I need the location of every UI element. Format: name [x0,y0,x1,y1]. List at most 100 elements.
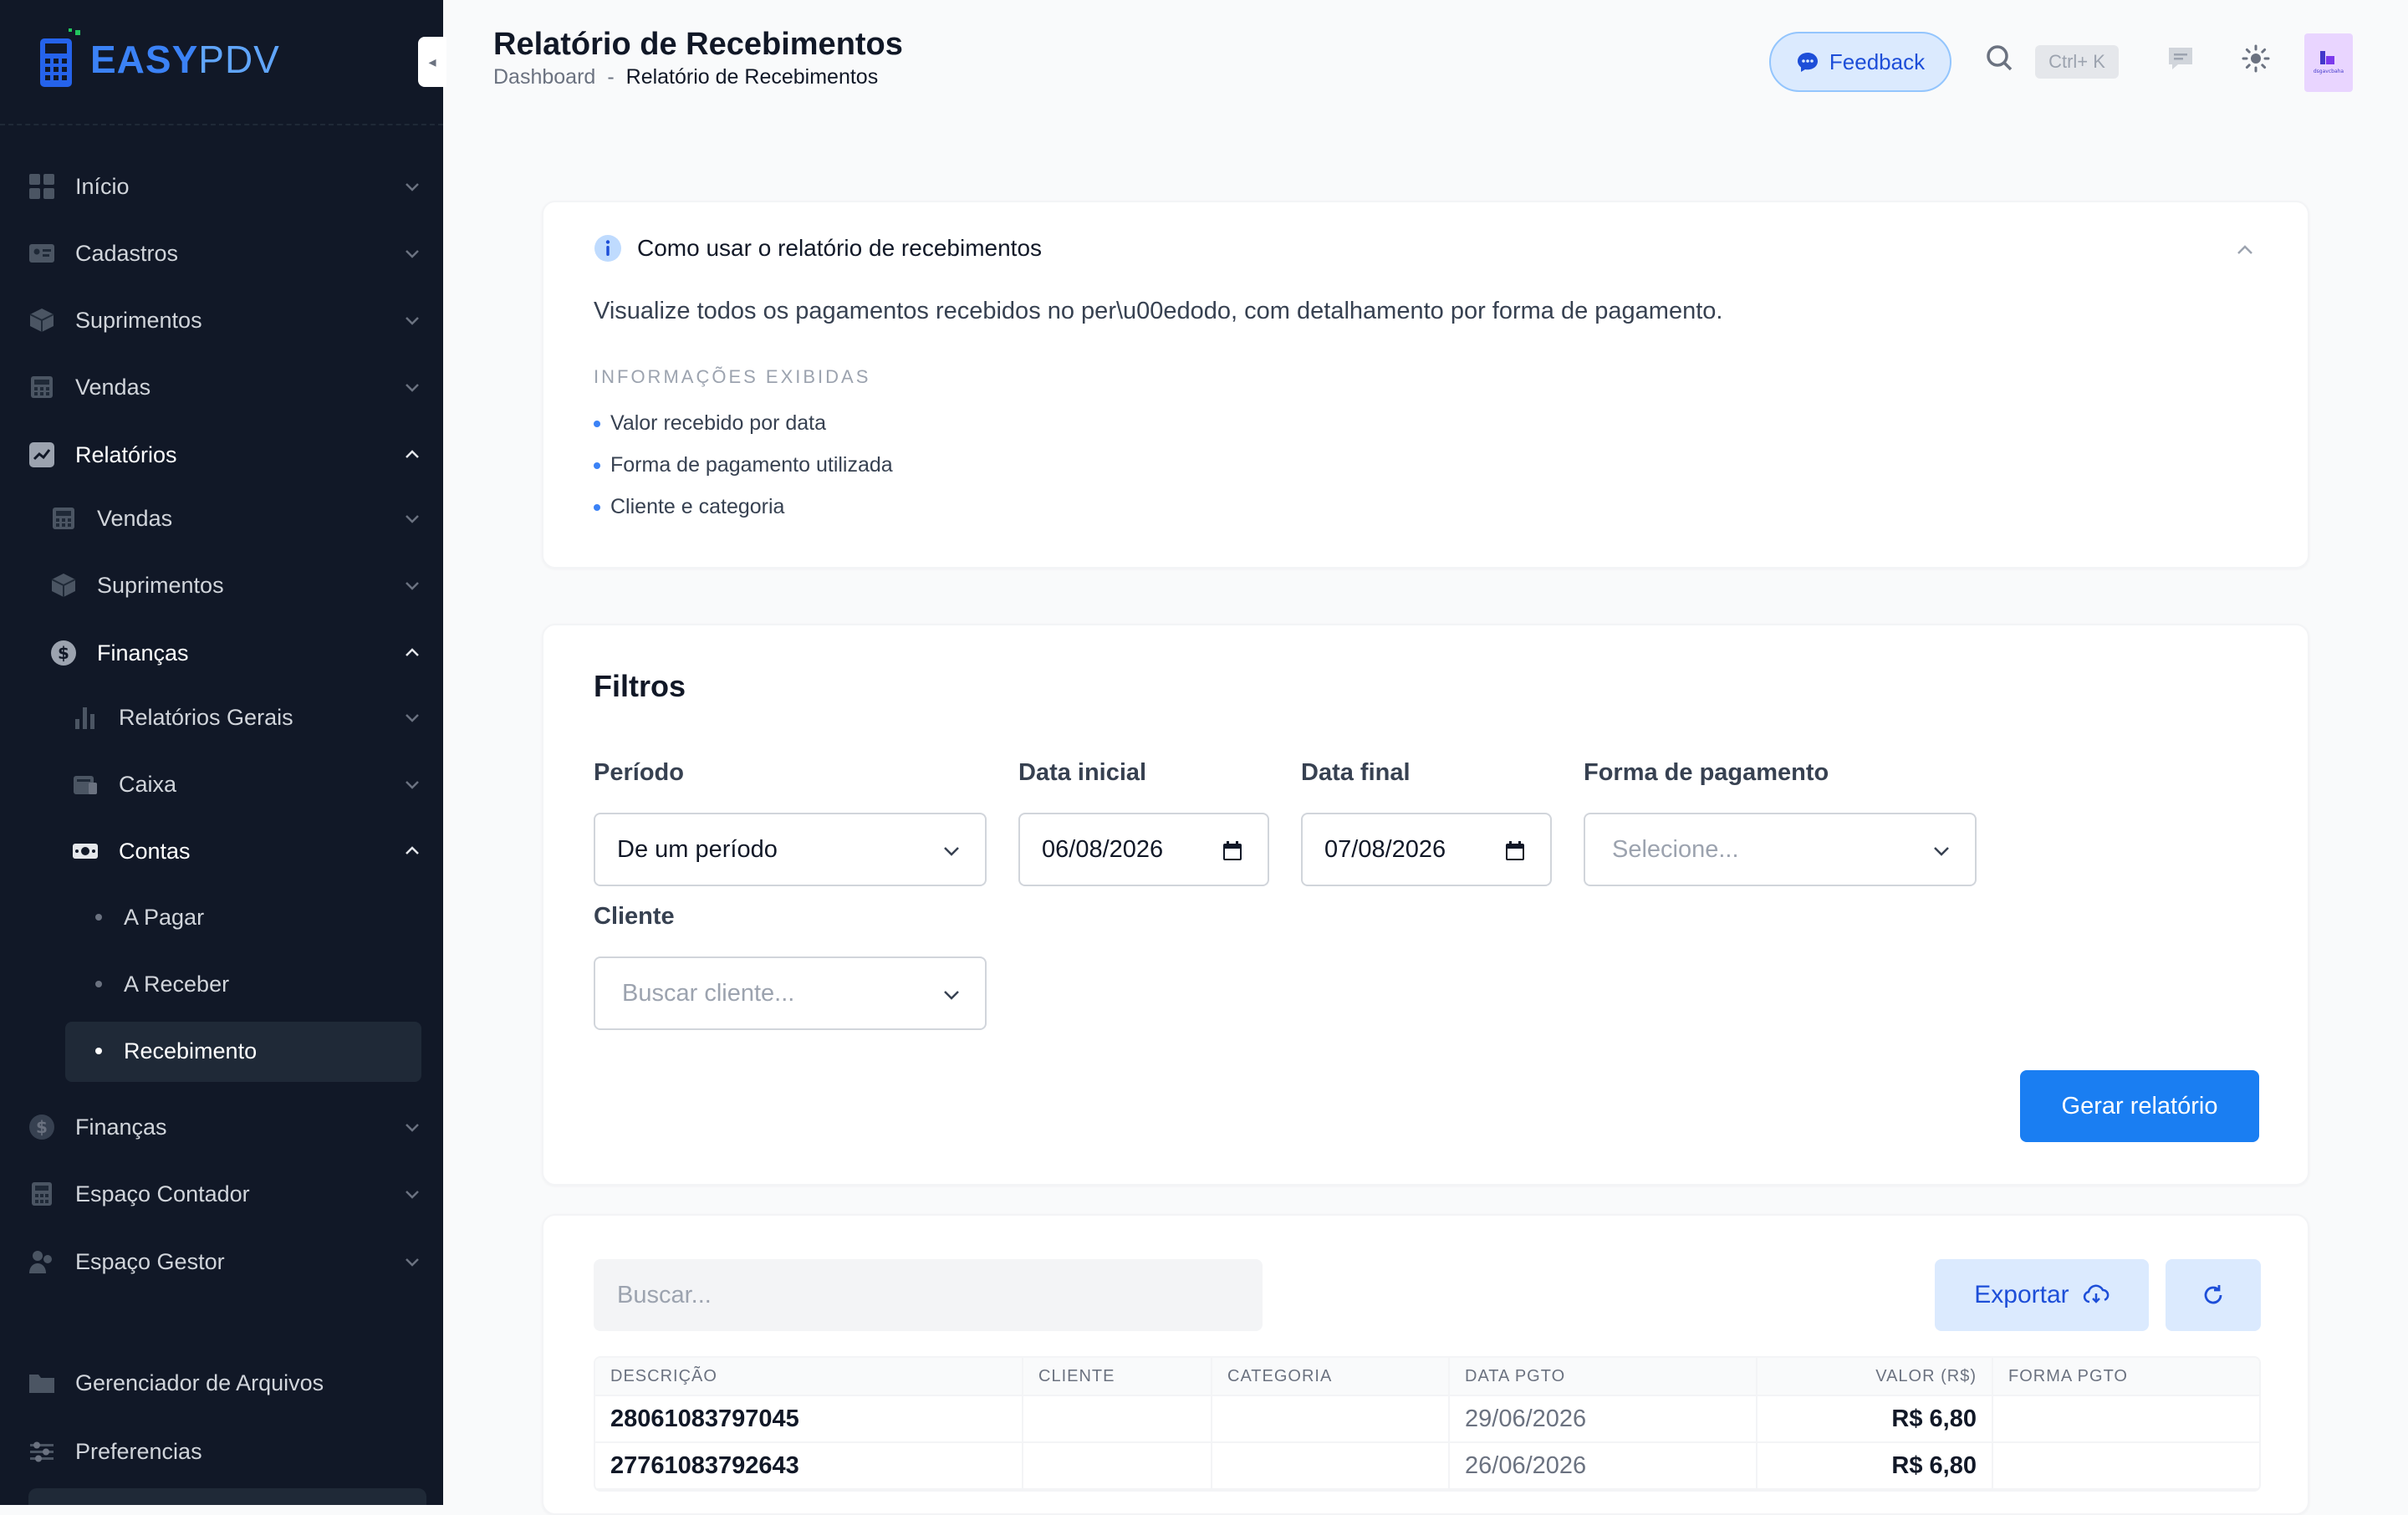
home-icon [28,173,55,200]
column-header-categoria[interactable]: CATEGORIA [1212,1358,1450,1395]
sidebar-item-a-receber[interactable]: A Receber [87,955,421,1013]
table-row[interactable]: 28061083797045 29/06/2026 R$ 6,80 [595,1396,2259,1443]
sidebar-item-label: Finanças [97,640,189,666]
gerar-relatorio-button[interactable]: Gerar relatório [2020,1070,2259,1142]
sidebar-item-relatorios-suprimentos[interactable]: Suprimentos [50,556,421,615]
results-search-input[interactable]: Buscar... [594,1259,1263,1331]
chevron-down-icon [406,714,419,722]
sidebar-item-label: Vendas [97,505,173,531]
info-subtitle: INFORMAÇÕES EXIBIDAS [594,366,871,387]
info-list-text: Cliente e categoria [610,495,785,518]
sidebar-divider [0,124,443,125]
sidebar-item-suprimentos[interactable]: Suprimentos [28,291,421,349]
brand-name-bold: EASY [90,38,199,81]
sidebar-item-label: Finanças [75,1114,167,1140]
sidebar-item-cadastros[interactable]: Cadastros [28,224,421,283]
info-list-item: Cliente e categoria [594,495,784,519]
register-icon [28,374,55,400]
sidebar-item-gerenciador-arquivos[interactable]: Gerenciador de Arquivos [28,1354,421,1412]
search-icon[interactable] [1983,42,2017,75]
sidebar-item-label: Espaço Gestor [75,1248,225,1274]
box-icon [50,572,77,599]
sidebar-item-financas[interactable]: $ Finanças [28,1098,421,1156]
sidebar-item-a-pagar[interactable]: A Pagar [87,888,421,946]
calendar-icon[interactable] [1503,839,1527,863]
column-header-forma-pgto[interactable]: FORMA PGTO [1993,1358,2259,1395]
sidebar-item-vendas[interactable]: Vendas [28,358,421,416]
column-header-descricao[interactable]: DESCRIÇÃO [595,1358,1023,1395]
sidebar-item-contas[interactable]: Contas [72,822,421,880]
info-list-text: Valor recebido por data [610,411,827,435]
chevron-down-icon [406,250,419,258]
sidebar-item-espaco-gestor[interactable]: Espaço Gestor [28,1232,421,1291]
sidebar-item-label: Preferencias [75,1438,202,1464]
sun-icon[interactable] [2239,42,2273,75]
chevron-down-icon [406,582,419,590]
bullet-icon [594,462,600,469]
sidebar-item-relatorios-vendas[interactable]: Vendas [50,489,421,548]
breadcrumb-dashboard-link[interactable]: Dashboard [493,65,595,89]
data-final-value: 07/08/2026 [1324,835,1446,863]
sidebar-item-espaco-contador[interactable]: Espaço Contador [28,1165,421,1223]
brand-name-light: PDV [198,38,280,81]
sidebar-item-relatorios-financas[interactable]: $ Finanças [50,624,421,682]
user-logo-icon: dsgavcbaha [2314,51,2344,74]
sidebar-item-inicio[interactable]: Início [28,157,421,216]
forma-pagamento-select[interactable]: Selecione... [1584,813,1977,886]
sidebar-item-preferencias[interactable]: Preferencias [28,1422,421,1481]
chevron-down-icon [406,781,419,789]
table-row[interactable]: 27761083792643 26/06/2026 R$ 6,80 [595,1443,2259,1490]
sidebar-item-label: Gerenciador de Arquivos [75,1370,324,1395]
chevron-down-icon [406,1258,419,1267]
results-table: DESCRIÇÃO CLIENTE CATEGORIA DATA PGTO VA… [594,1356,2261,1492]
cell-forma-pgto [1993,1396,2259,1441]
bullet-icon [95,1048,102,1054]
bullet-icon [95,981,102,987]
periodo-select[interactable]: De um período [594,813,987,886]
data-final-label: Data final [1301,759,1411,786]
message-icon[interactable] [2164,42,2197,75]
avatar[interactable]: dsgavcbaha [2304,33,2353,92]
info-header[interactable]: Como usar o relatório de recebimentos [594,234,1042,263]
chevron-up-icon[interactable] [2234,239,2256,261]
brand-logo[interactable]: EASYPDV [38,28,280,90]
data-inicial-input[interactable]: 06/08/2026 [1018,813,1269,886]
brand-name: EASYPDV [90,37,280,82]
sidebar-collapse-button[interactable]: ◂ [418,37,446,87]
info-card: Como usar o relatório de recebimentos Vi… [542,201,2309,569]
breadcrumb: Dashboard - Relatório de Recebimentos [493,65,878,89]
export-button[interactable]: Exportar [1935,1259,2149,1331]
column-header-valor[interactable]: VALOR (R$) [1758,1358,1993,1395]
feedback-button[interactable]: Feedback [1769,32,1951,92]
svg-text:$: $ [36,1117,48,1137]
calendar-icon[interactable] [1221,839,1244,863]
data-final-input[interactable]: 07/08/2026 [1301,813,1552,886]
breadcrumb-separator: - [607,65,615,89]
info-description: Visualize todos os pagamentos recebidos … [594,298,1723,324]
dollar-icon: $ [50,640,77,666]
column-header-cliente[interactable]: CLIENTE [1023,1358,1212,1395]
chat-bubble-icon [1797,53,1818,72]
bullet-icon [594,503,600,511]
sidebar-item-label: Contas [119,838,191,864]
svg-text:dsgavcbaha: dsgavcbaha [2314,69,2344,74]
results-card: Buscar... Exportar DESCRIÇÃO CLIENTE CAT… [542,1214,2309,1515]
refresh-button[interactable] [2166,1259,2261,1331]
column-header-data-pgto[interactable]: DATA PGTO [1450,1358,1758,1395]
sliders-icon [28,1438,55,1465]
sidebar-item-recebimento[interactable]: Recebimento [87,1022,421,1080]
forma-pagamento-label: Forma de pagamento [1584,759,1829,786]
chevron-down-icon [406,183,419,191]
register-icon [50,505,77,532]
sidebar-item-caixa[interactable]: Caixa [72,755,421,814]
cliente-select[interactable]: Buscar cliente... [594,956,987,1030]
info-list-text: Forma de pagamento utilizada [610,453,893,477]
sidebar-item-label: Relatórios [75,441,177,467]
cell-data-pgto: 29/06/2026 [1450,1396,1758,1441]
sidebar-item-relatorios-gerais[interactable]: Relatórios Gerais [72,688,421,747]
cell-cliente [1023,1396,1212,1441]
cell-descricao: 27761083792643 [595,1443,1023,1488]
sidebar-item-relatorios[interactable]: Relatórios [28,426,421,484]
chevron-down-icon [406,1191,419,1199]
box-icon [28,307,55,334]
